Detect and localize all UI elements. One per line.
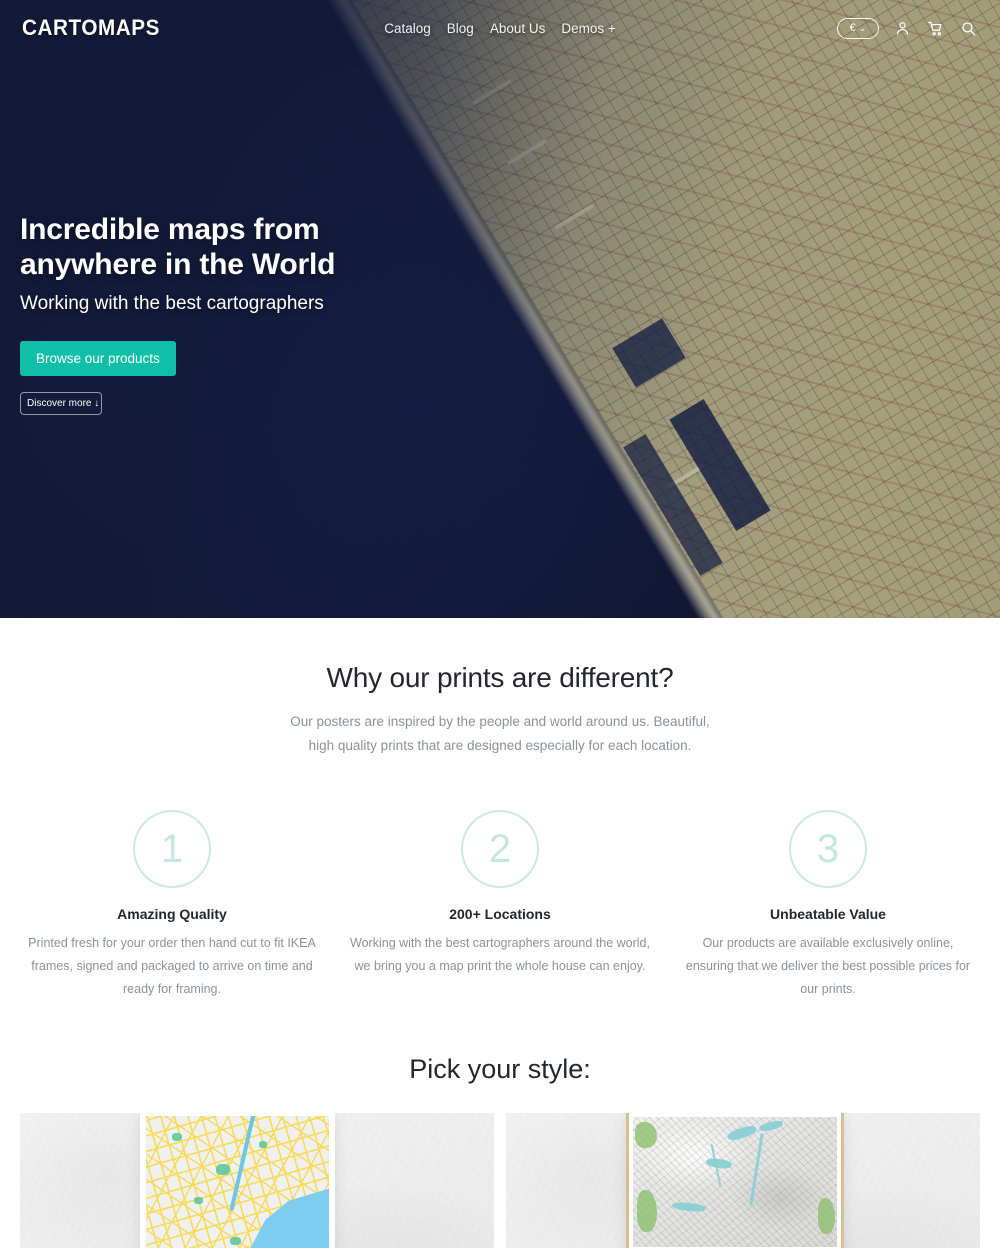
- hero-content: Incredible maps from anywhere in the Wor…: [20, 212, 580, 415]
- hero-section: CARTOMAPS Catalog Blog About Us Demos + …: [0, 0, 1000, 618]
- nav-item-demos[interactable]: Demos +: [561, 21, 615, 36]
- hero-subtitle: Working with the best cartographers: [20, 292, 324, 314]
- style-card-street-maps[interactable]: Street Maps: [20, 1113, 494, 1248]
- styles-title: Pick your style:: [409, 1054, 591, 1085]
- feature-text-3-line-2: deliver the best possible prices for our…: [781, 958, 971, 996]
- street-map-park: [171, 1133, 182, 1142]
- account-button[interactable]: [892, 18, 912, 38]
- street-map-artwork: [146, 1116, 329, 1248]
- feature-column-1: 1 Amazing Quality Printed fresh for your…: [8, 810, 336, 1000]
- street-map-park: [230, 1236, 242, 1245]
- feature-column-3: 3 Unbeatable Value Our products are avai…: [664, 810, 992, 1000]
- style-card-terrain-maps[interactable]: Terrain Maps: [506, 1113, 980, 1248]
- terrain-river: [749, 1133, 765, 1206]
- feature-title-2: 200+ Locations: [449, 906, 551, 923]
- feature-text-1-line-2: signed and packaged to arrive on time an…: [76, 958, 313, 996]
- feature-number-circle-1: 1: [133, 810, 211, 889]
- search-icon: [960, 20, 977, 37]
- discover-more-button[interactable]: Discover more ↓: [20, 391, 102, 415]
- hero-title-line-1: Incredible maps from: [20, 213, 320, 246]
- feature-title-3: Unbeatable Value: [770, 906, 886, 923]
- terrain-map-frame: [626, 1113, 844, 1248]
- feature-text-1: Printed fresh for your order then hand c…: [22, 932, 322, 1000]
- cart-button[interactable]: [925, 18, 945, 38]
- nav-item-about-us[interactable]: About Us: [490, 21, 546, 36]
- features-section: Why our prints are different? Our poster…: [0, 618, 1000, 1001]
- street-map-park: [215, 1163, 230, 1175]
- features-columns: 1 Amazing Quality Printed fresh for your…: [0, 810, 1000, 1000]
- header-actions: € ⌄: [837, 17, 978, 39]
- terrain-lake: [726, 1123, 758, 1143]
- terrain-lake: [705, 1157, 733, 1170]
- feature-number-circle-3: 3: [789, 810, 867, 889]
- hero-title: Incredible maps from anywhere in the Wor…: [20, 212, 580, 283]
- features-lead: Our posters are inspired by the people a…: [277, 710, 723, 758]
- feature-text-3: Our products are available exclusively o…: [678, 932, 978, 1000]
- currency-symbol: €: [849, 22, 856, 34]
- terrain-vegetation: [635, 1122, 658, 1149]
- terrain-map-artwork: [633, 1117, 837, 1248]
- cart-icon: [927, 20, 944, 37]
- search-button[interactable]: [958, 18, 978, 38]
- street-map-frame: [140, 1113, 335, 1248]
- features-title: Why our prints are different?: [326, 662, 674, 693]
- terrain-vegetation: [817, 1197, 835, 1234]
- site-logo[interactable]: CARTOMAPS: [22, 15, 160, 41]
- features-lead-line-2: quality prints that are designed especia…: [337, 738, 692, 754]
- style-cards: Street Maps: [0, 1113, 1000, 1248]
- terrain-lake: [758, 1119, 785, 1134]
- currency-selector[interactable]: € ⌄: [837, 17, 879, 39]
- person-icon: [894, 20, 911, 37]
- main-nav: Catalog Blog About Us Demos +: [384, 21, 616, 36]
- browse-products-button[interactable]: Browse our products: [20, 340, 176, 376]
- feature-number-circle-2: 2: [461, 810, 539, 889]
- terrain-vegetation: [637, 1190, 658, 1233]
- street-map-park: [193, 1197, 203, 1205]
- feature-text-2-line-2: you a map print the whole house can enjo…: [405, 958, 646, 973]
- terrain-lake: [671, 1201, 707, 1213]
- hero-title-line-2: anywhere in the World: [20, 248, 336, 282]
- chevron-down-icon: ⌄: [858, 22, 867, 33]
- feature-text-2: Working with the best cartographers arou…: [350, 932, 650, 978]
- top-navigation-bar: CARTOMAPS Catalog Blog About Us Demos + …: [0, 0, 1000, 56]
- nav-item-catalog[interactable]: Catalog: [384, 21, 431, 36]
- feature-column-2: 2 200+ Locations Working with the best c…: [336, 810, 664, 1000]
- nav-item-blog[interactable]: Blog: [447, 21, 474, 36]
- feature-title-1: Amazing Quality: [117, 906, 227, 923]
- styles-section: Pick your style:: [0, 1054, 1000, 1248]
